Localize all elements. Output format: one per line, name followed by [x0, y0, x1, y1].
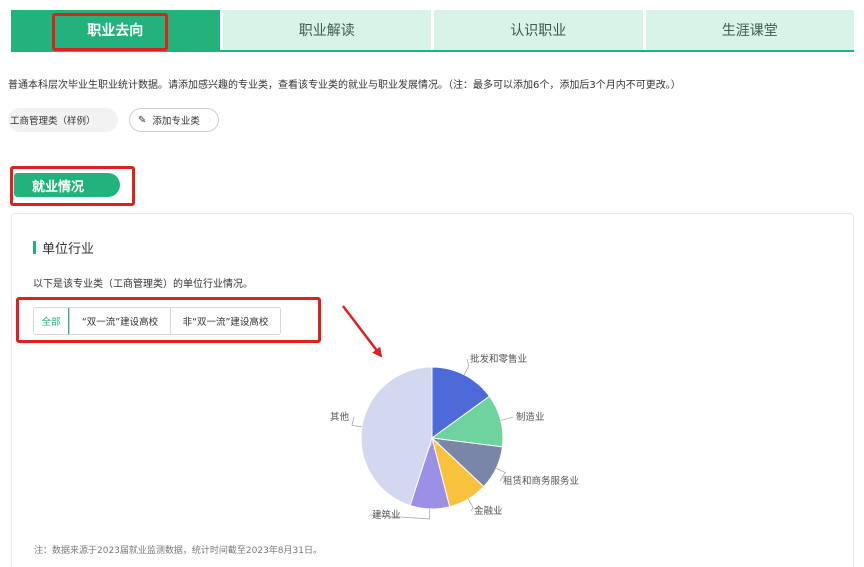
data-source-note: 注：数据来源于2023届就业监测数据，统计时间截至2023年8月31日。: [34, 546, 322, 556]
watermark: 〃: [423, 436, 441, 457]
pie-leader-line: [351, 416, 362, 428]
pie-label: 其他: [330, 411, 350, 423]
pie-label: 建筑业: [372, 509, 401, 521]
pie-leader-line: [463, 358, 470, 375]
pie-label: 批发和零售业: [470, 353, 527, 365]
pie-leader-line: [500, 416, 514, 421]
pie-label: 制造业: [516, 411, 545, 423]
annotation-arrow: [342, 305, 383, 358]
industry-pie-chart: 批发和零售业制造业租赁和商务服务业金融业 建筑业 其他 〃: [330, 305, 579, 521]
pie-label: 租赁和商务服务业: [503, 475, 579, 487]
pie-leader-line: [467, 498, 474, 512]
svg-text:〃: 〃: [423, 436, 441, 457]
pie-label: 金融业: [474, 505, 503, 517]
